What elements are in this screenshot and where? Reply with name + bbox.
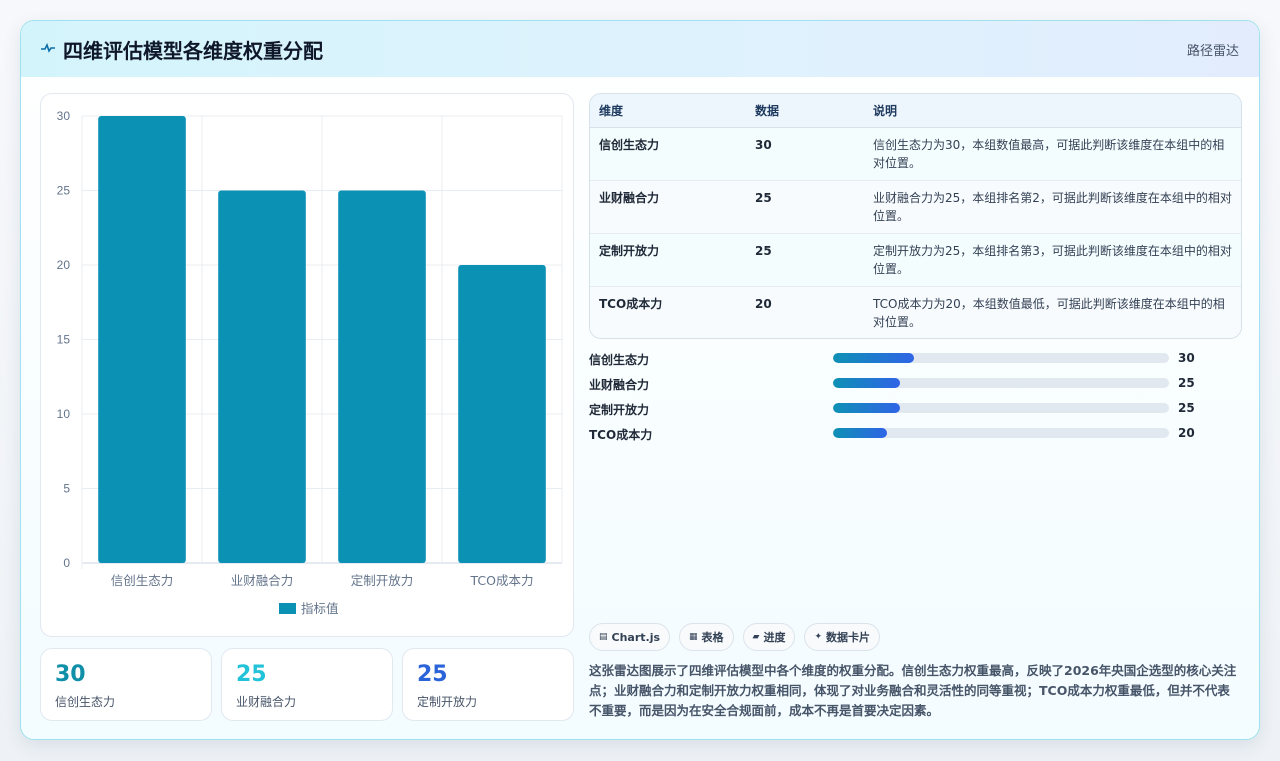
main-card: 四维评估模型各维度权重分配 路径雷达 0 5 10 15 20 25 30 信创生态力 业财融合… xyxy=(20,20,1260,740)
bar-2 xyxy=(218,190,306,563)
y-tick-label: 30 xyxy=(57,109,71,123)
tag-3[interactable]: ▰ 进度 xyxy=(742,623,796,651)
page-title: 四维评估模型各维度权重分配 xyxy=(63,38,323,63)
value-cell: 25 xyxy=(746,233,864,287)
stat-label: 信创生态力 xyxy=(55,695,116,709)
table-row: TCO成本力 20 TCO成本力为20，本组数值最低，可据此判断该维度在本组中的相对… xyxy=(590,286,1241,338)
progress-value: 25 xyxy=(1178,401,1195,415)
bar-3 xyxy=(338,190,426,563)
card-icon: ✦ xyxy=(814,632,823,642)
data-table: 维度 数据 说明 信创生态力 30 信创生态力为30，本组数值最高，可据此判断该维度… xyxy=(589,93,1242,339)
tag-4[interactable]: ✦ 数据卡片 xyxy=(804,623,881,651)
value-cell: 30 xyxy=(746,127,864,181)
progress-fill xyxy=(833,353,914,363)
stat-label: 业财融合力 xyxy=(236,695,297,709)
progress-fill xyxy=(833,403,901,413)
progress-label: 业财融合力 xyxy=(589,378,650,392)
y-tick-label: 5 xyxy=(63,482,70,496)
card-header: 四维评估模型各维度权重分配 路径雷达 xyxy=(21,21,1259,77)
progress-label: 定制开放力 xyxy=(589,403,650,417)
x-tick-label: 信创生态力 xyxy=(111,573,174,588)
x-tick-label: TCO成本力 xyxy=(470,573,534,588)
table-header-data: 数据 xyxy=(746,94,864,128)
table-icon: ▦ xyxy=(689,632,698,642)
stat-card: 25 业财融合力 xyxy=(221,648,393,721)
stat-value: 25 xyxy=(417,662,448,687)
progress-track xyxy=(833,378,1169,388)
value-cell: 20 xyxy=(746,286,864,338)
table-row: 定制开放力 25 定制开放力为25，本组排名第3，可据此判断该维度在本组中的相对位置… xyxy=(590,233,1241,287)
dimension-cell: TCO成本力 xyxy=(590,286,746,338)
progress-row: 业财融合力 25 xyxy=(589,373,1209,398)
tag-1[interactable]: ▤ Chart.js xyxy=(589,623,671,651)
description-cell: 业财融合力为25，本组排名第2，可据此判断该维度在本组中的相对位置。 xyxy=(864,180,1241,234)
table-row: 业财融合力 25 业财融合力为25，本组排名第2，可据此判断该维度在本组中的相对位置… xyxy=(590,180,1241,234)
progress-row: 定制开放力 25 xyxy=(589,398,1209,423)
progress-value: 30 xyxy=(1178,351,1195,365)
tag-label: 数据卡片 xyxy=(826,631,871,644)
progress-label: TCO成本力 xyxy=(589,428,653,442)
tag-row: ▤ Chart.js ▦ 表格 ▰ 进度 ✦ 数据卡片 xyxy=(589,623,881,651)
value-cell: 25 xyxy=(746,180,864,234)
y-tick-label: 0 xyxy=(63,556,70,570)
progress-row: 信创生态力 30 xyxy=(589,348,1209,373)
progress-value: 20 xyxy=(1178,426,1195,440)
tag-label: Chart.js xyxy=(611,630,661,644)
x-tick-label: 业财融合力 xyxy=(231,573,294,588)
stat-card: 25 定制开放力 xyxy=(402,648,574,721)
progress-track xyxy=(833,403,1169,413)
summary-text: 这张雷达图展示了四维评估模型中各个维度的权重分配。信创生态力权重最高，反映了20… xyxy=(589,663,1237,718)
progress-fill xyxy=(833,378,901,388)
bar-chart: 0 5 10 15 20 25 30 信创生态力 业财融合力 定制开放力 TCO成本力指标值 xyxy=(40,93,574,637)
bar-4 xyxy=(458,265,546,563)
progress-value: 25 xyxy=(1178,376,1195,390)
progress-fill xyxy=(833,428,887,438)
legend-swatch xyxy=(279,603,296,614)
y-tick-label: 25 xyxy=(57,184,71,198)
bar-1 xyxy=(98,116,186,563)
progress-track xyxy=(833,353,1169,363)
y-tick-label: 15 xyxy=(57,333,71,347)
tag-label: 进度 xyxy=(763,631,786,644)
stat-card: 30 信创生态力 xyxy=(40,648,212,721)
table-header-dimension: 维度 xyxy=(590,94,746,128)
y-tick-label: 20 xyxy=(57,258,71,272)
tag-2[interactable]: ▦ 表格 xyxy=(679,623,734,651)
path-radar-label[interactable]: 路径雷达 xyxy=(1187,40,1239,59)
tag-label: 表格 xyxy=(701,631,724,644)
pulse-icon xyxy=(41,41,55,57)
dimension-cell: 业财融合力 xyxy=(590,180,746,234)
stat-label: 定制开放力 xyxy=(417,695,478,709)
progress-icon: ▰ xyxy=(752,632,760,642)
description-cell: TCO成本力为20，本组数值最低，可据此判断该维度在本组中的相对位置。 xyxy=(864,286,1241,338)
legend-label: 指标值 xyxy=(301,601,339,616)
table-header-description: 说明 xyxy=(864,94,1241,128)
progress-row: TCO成本力 20 xyxy=(589,423,1209,448)
progress-track xyxy=(833,428,1169,438)
dimension-cell: 定制开放力 xyxy=(590,233,746,287)
progress-list: 信创生态力 30 业财融合力 25 定制开放力 25 TCO成本力 20 xyxy=(589,348,1209,448)
chart-icon: ▤ xyxy=(599,632,608,642)
y-tick-label: 10 xyxy=(57,407,71,421)
progress-label: 信创生态力 xyxy=(589,353,650,367)
x-tick-label: 定制开放力 xyxy=(351,573,414,588)
bar-chart-svg: 0 5 10 15 20 25 30 信创生态力 业财融合力 定制开放力 TCO成本力指标值 xyxy=(57,109,563,616)
stat-value: 30 xyxy=(55,662,86,687)
description-cell: 信创生态力为30，本组数值最高，可据此判断该维度在本组中的相对位置。 xyxy=(864,127,1241,181)
table-row: 信创生态力 30 信创生态力为30，本组数值最高，可据此判断该维度在本组中的相对位置… xyxy=(590,127,1241,181)
description-cell: 定制开放力为25，本组排名第3，可据此判断该维度在本组中的相对位置。 xyxy=(864,233,1241,287)
dimension-cell: 信创生态力 xyxy=(590,127,746,181)
stat-value: 25 xyxy=(236,662,267,687)
